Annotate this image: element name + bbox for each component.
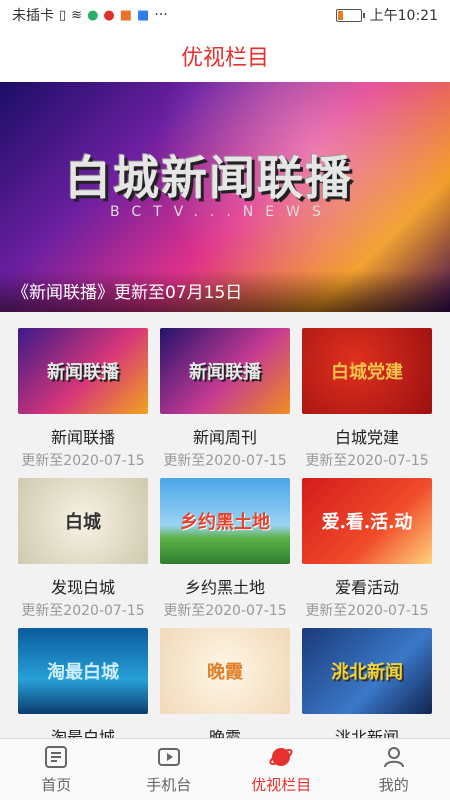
carrier-text: 未插卡 [12,8,54,24]
program-card-countryside[interactable]: 乡约黑土地 乡约黑土地 更新至2020-07-15 [160,478,290,628]
program-grid: 新闻联播 新闻联播 更新至2020-07-15 新闻联播 新闻周刊 更新至202… [18,328,432,778]
video-icon [157,748,180,766]
planet-icon [269,748,293,766]
program-thumbnail: 新闻联播 [18,328,148,414]
program-thumbnail: 淘最白城 [18,628,148,714]
thumbnail-text: 晚霞 [207,662,243,683]
program-card-party[interactable]: 白城党建 白城党建 更新至2020-07-15 [302,328,432,478]
tab-label: 首页 [41,776,72,794]
browser-icon: ■ [137,7,150,23]
banner-caption: 《新闻联播》更新至07月15日 [0,270,450,312]
tab-label: 手机台 [146,776,192,794]
tab-label: 我的 [378,776,409,794]
thumbnail-text: 新闻联播 [47,362,119,383]
thumbnail-text: 爱.看.活.动 [321,512,413,533]
bottom-tab-bar: 首页 手机台 优视栏目 我的 [0,738,450,800]
program-title: 爱看活动 [334,578,399,597]
program-update-date: 更新至2020-07-15 [21,603,145,619]
thumbnail-text: 白城党建 [331,362,403,383]
banner-logo: 白城新闻联播 [65,151,353,205]
sim-icon: ▯ [59,7,67,23]
tab-mobile-tv[interactable]: 手机台 [113,739,226,800]
page-header: 优视栏目 [0,30,450,82]
program-update-date: 更新至2020-07-15 [305,603,429,619]
program-card-discover[interactable]: 白城 发现白城 更新至2020-07-15 [18,478,148,628]
program-update-date: 更新至2020-07-15 [163,603,287,619]
program-update-date: 更新至2020-07-15 [305,453,429,469]
wifi-icon: ≋ [71,7,83,23]
program-thumbnail: 白城 [18,478,148,564]
battery-icon [335,8,365,22]
thumbnail-text: 淘最白城 [47,662,119,683]
tab-label: 优视栏目 [251,776,312,794]
program-thumbnail: 新闻联播 [160,328,290,414]
clock: 上午10:21 [369,8,438,24]
program-card-activities[interactable]: 爱.看.活.动 爱看活动 更新至2020-07-15 [302,478,432,628]
user-icon [383,747,404,768]
tab-home[interactable]: 首页 [0,739,113,800]
status-bar: 未插卡 ▯ ≋ ● ● ■ ■ ··· 上午10:21 [0,0,450,30]
thumbnail-text: 白城 [65,512,101,533]
program-title: 发现白城 [50,578,115,597]
program-title: 新闻联播 [50,428,115,447]
program-title: 新闻周刊 [192,428,257,447]
program-card-weekly[interactable]: 新闻联播 新闻周刊 更新至2020-07-15 [160,328,290,478]
program-thumbnail: 白城党建 [302,328,432,414]
home-icon [45,746,68,768]
more-notifications: ··· [154,7,168,23]
program-thumbnail: 晚霞 [160,628,290,714]
thumbnail-text: 洮北新闻 [331,662,403,683]
program-thumbnail: 爱.看.活.动 [302,478,432,564]
wechat-icon: ● [87,7,99,23]
tab-programs[interactable]: 优视栏目 [225,739,338,800]
program-update-date: 更新至2020-07-15 [163,453,287,469]
program-title: 乡约黑土地 [184,578,265,597]
program-thumbnail: 乡约黑土地 [160,478,290,564]
program-update-date: 更新至2020-07-15 [21,453,145,469]
program-thumbnail: 洮北新闻 [302,628,432,714]
program-title: 白城党建 [334,428,399,447]
banner-carousel[interactable]: 白城新闻联播 BCTV...NEWS 《新闻联播》更新至07月15日 [0,82,450,312]
tab-mine[interactable]: 我的 [338,739,450,800]
app-icon: ■ [119,7,133,23]
thumbnail-text: 乡约黑土地 [180,512,270,533]
program-card-news[interactable]: 新闻联播 新闻联播 更新至2020-07-15 [18,328,148,478]
thumbnail-text: 新闻联播 [189,362,261,383]
page-title: 优视栏目 [180,46,269,71]
weibo-icon: ● [103,7,115,23]
banner-subtitle: BCTV...NEWS [110,204,333,220]
